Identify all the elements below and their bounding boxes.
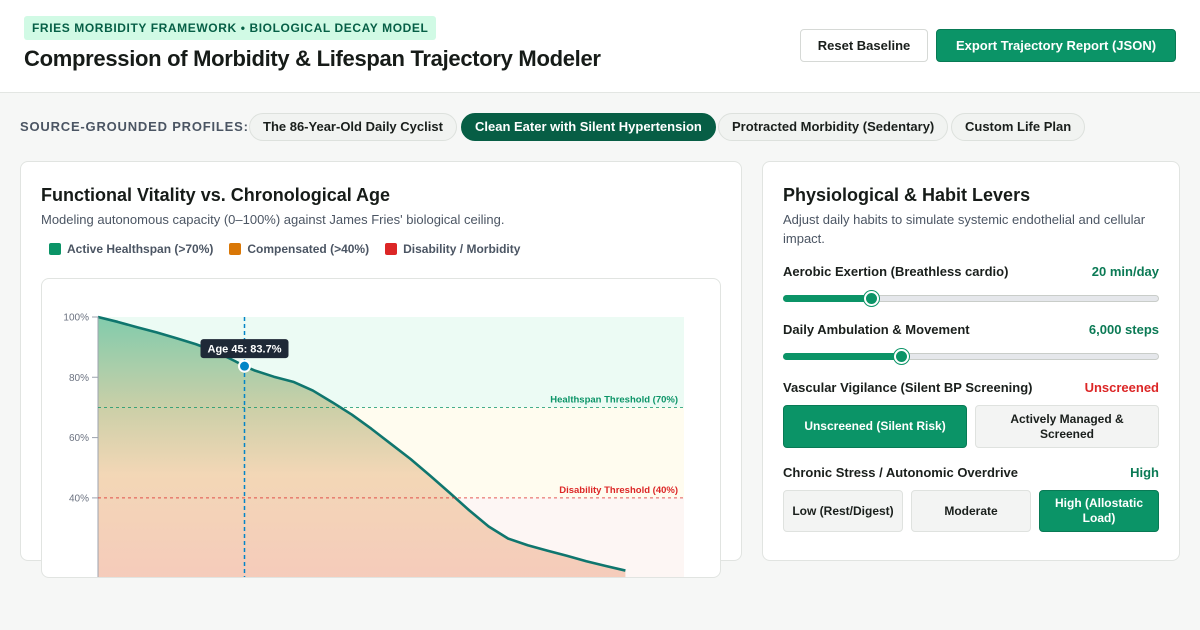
age-marker-tooltip-text: Age 45: 83.7% [208, 344, 282, 356]
y-tick-label-40: 40% [69, 493, 89, 504]
ambulation-value: 6,000 steps [1088, 322, 1159, 337]
stress-toggle-group: Low (Rest/Digest) Moderate High (Allosta… [783, 490, 1159, 532]
page-title: Compression of Morbidity & Lifespan Traj… [24, 46, 601, 71]
y-tick-label-100: 100% [63, 313, 89, 324]
chart-card-subtitle: Modeling autonomous capacity (0–100%) ag… [41, 212, 505, 227]
aerobic-slider-thumb[interactable] [864, 291, 880, 306]
app-header: FRIES MORBIDITY FRAMEWORK • BIOLOGICAL D… [0, 0, 1200, 93]
stress-option-high[interactable]: High (Allostatic Load) [1039, 490, 1159, 532]
ambulation-slider-fill [783, 353, 902, 360]
chart-container[interactable]: 100% 80% 60% 40% Healthspan Threshold (70%) D… [41, 278, 721, 578]
age-marker-point [238, 359, 251, 373]
stress-option-low[interactable]: Low (Rest/Digest) [783, 490, 903, 532]
vascular-toggle-group: Unscreened (Silent Risk) Actively Manage… [783, 405, 1159, 448]
vascular-option-unscreened[interactable]: Unscreened (Silent Risk) [783, 405, 967, 448]
profile-chip-silent-hypertension[interactable]: Clean Eater with Silent Hypertension [461, 113, 716, 141]
y-tick-label-60: 60% [69, 433, 89, 444]
legend-label-compensated: Compensated (>40%) [247, 242, 370, 256]
y-tick-label-80: 80% [69, 373, 89, 384]
ambulation-slider[interactable] [783, 348, 1159, 364]
legend-swatch-healthspan [49, 243, 61, 255]
aerobic-slider[interactable] [783, 290, 1159, 306]
levers-card-title: Physiological & Habit Levers [783, 185, 1031, 205]
stress-value: High [1130, 465, 1159, 480]
ambulation-slider-thumb[interactable] [894, 349, 910, 364]
profiles-label: SOURCE-GROUNDED PROFILES: [20, 119, 249, 134]
legend-item-compensated: Compensated (>40%) [229, 242, 369, 256]
vascular-lever: Vascular Vigilance (Silent BP Screening)… [783, 380, 1159, 400]
chart-card-title: Functional Vitality vs. Chronological Ag… [41, 185, 391, 205]
vascular-label: Vascular Vigilance (Silent BP Screening) [783, 380, 1033, 395]
legend-label-healthspan: Active Healthspan (>70%) [67, 242, 214, 256]
chart-legend: Active Healthspan (>70%) Compensated (>4… [49, 242, 520, 256]
aerobic-slider-fill [783, 295, 872, 302]
threshold-label-40: Disability Threshold (40%) [559, 485, 678, 496]
reset-baseline-button[interactable]: Reset Baseline [800, 29, 928, 62]
ambulation-lever: Daily Ambulation & Movement 6,000 steps [783, 322, 1159, 364]
ambulation-label: Daily Ambulation & Movement [783, 322, 970, 337]
framework-badge: FRIES MORBIDITY FRAMEWORK • BIOLOGICAL D… [24, 16, 437, 40]
vascular-option-managed[interactable]: Actively Managed & Screened [975, 405, 1159, 448]
profile-chip-daily-cyclist[interactable]: The 86-Year-Old Daily Cyclist [249, 113, 457, 141]
stress-label: Chronic Stress / Autonomic Overdrive [783, 465, 1019, 480]
vascular-value: Unscreened [1084, 380, 1159, 395]
aerobic-lever: Aerobic Exertion (Breathless cardio) 20 … [783, 264, 1159, 306]
export-report-button[interactable]: Export Trajectory Report (JSON) [936, 29, 1176, 62]
stress-lever: Chronic Stress / Autonomic Overdrive Hig… [783, 465, 1159, 485]
aerobic-value: 20 min/day [1091, 264, 1159, 279]
threshold-label-70: Healthspan Threshold (70%) [550, 394, 678, 405]
legend-swatch-disability [385, 243, 398, 255]
profile-chip-protracted-morbidity[interactable]: Protracted Morbidity (Sedentary) [718, 113, 949, 141]
legend-item-disability: Disability / Morbidity [385, 242, 520, 256]
aerobic-label: Aerobic Exertion (Breathless cardio) [783, 264, 1009, 279]
stress-option-moderate[interactable]: Moderate [911, 490, 1031, 532]
legend-label-disability: Disability / Morbidity [403, 242, 521, 256]
profile-chip-custom-life-plan[interactable]: Custom Life Plan [951, 113, 1086, 141]
legend-swatch-compensated [229, 243, 242, 255]
levers-card: Physiological & Habit Levers Adjust dail… [762, 161, 1180, 561]
chart-card: Functional Vitality vs. Chronological Ag… [20, 161, 742, 578]
legend-item-healthspan: Active Healthspan (>70%) [49, 242, 213, 256]
levers-card-subtitle: Adjust daily habits to simulate systemic… [783, 212, 1146, 246]
vitality-chart[interactable]: 100% 80% 60% 40% Healthspan Threshold (70%) D… [42, 279, 721, 578]
